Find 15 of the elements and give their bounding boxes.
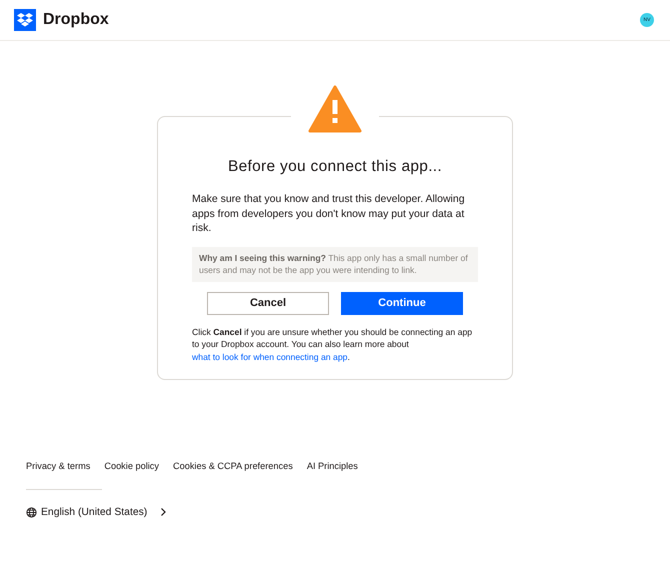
help-text: Click Cancel if you are unsure whether you should be connecting an app to your Dropbox account. You can also learn more about what to look for when connecting an app. [192,326,474,363]
dialog-title: Before you connect this app... [226,158,444,176]
warning-note: Why am I seeing this warning? This app only has a small number of users and may not be the app you were intending to link. [192,246,478,282]
intro-text: Make sure that you know and trust this developer. Allowing apps from developers you don't know may put your data at risk. [192,192,466,236]
globe-icon [26,506,37,518]
footer-link[interactable]: AI Principles [306,461,358,471]
brand-name: Dropbox [43,11,109,29]
cancel-button[interactable]: Cancel [207,292,329,314]
footer-link[interactable]: Cookie policy [104,461,159,471]
help-link[interactable]: what to look for when connecting an app [192,352,348,362]
footer-link[interactable]: Privacy & terms [26,461,90,471]
logo-icon[interactable] [14,9,36,31]
continue-button[interactable]: Continue [341,292,463,314]
language-selector[interactable]: English (United States) [26,506,170,518]
footer-link[interactable]: Cookies & CCPA preferences [172,461,293,471]
